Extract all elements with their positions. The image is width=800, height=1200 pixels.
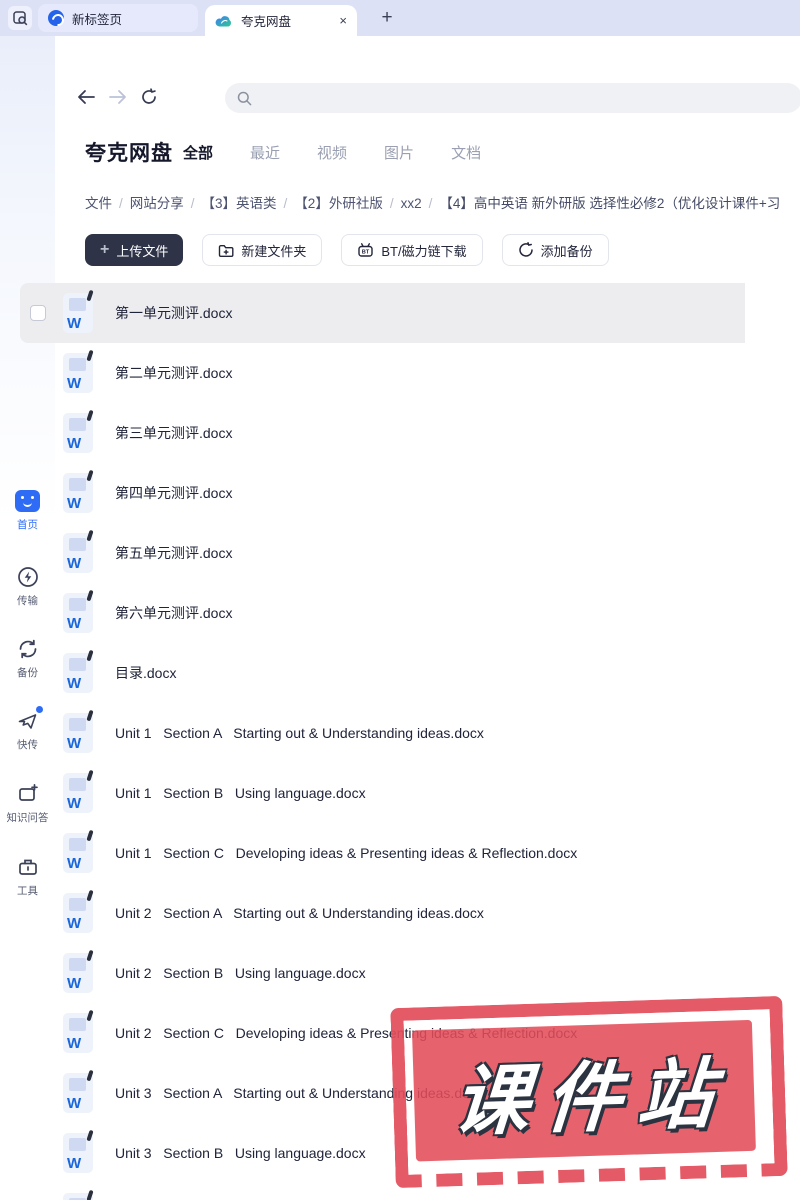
word-doc-icon: W	[63, 649, 93, 693]
word-doc-icon: W	[63, 529, 93, 573]
word-doc-icon: W	[63, 949, 93, 993]
refresh-button[interactable]	[138, 86, 160, 108]
file-name[interactable]: Unit 3 Section B Using language.docx	[115, 1123, 366, 1183]
file-name[interactable]: 第六单元测评.docx	[115, 583, 232, 643]
file-name[interactable]: Unit 2 Section A Starting out & Understa…	[115, 883, 484, 943]
browser-search-bar[interactable]	[225, 83, 800, 113]
file-row[interactable]: W Unit 2 Section B Using language.docx	[20, 943, 745, 1003]
file-row[interactable]: W 第二单元测评.docx	[20, 343, 745, 403]
bt-magnet-download-button[interactable]: BT BT/磁力链下载	[341, 234, 483, 266]
file-row[interactable]: W 第一单元测评.docx	[20, 283, 745, 343]
file-name[interactable]: Unit 1 Section A Starting out & Understa…	[115, 703, 484, 763]
breadcrumb-item[interactable]: 【3】英语类	[202, 196, 277, 211]
word-doc-icon: W	[63, 1069, 93, 1113]
breadcrumb-item[interactable]: 文件	[85, 196, 112, 211]
file-name[interactable]: 第四单元测评.docx	[115, 463, 232, 523]
search-input[interactable]	[260, 90, 740, 106]
back-button[interactable]	[75, 86, 97, 108]
file-name[interactable]: 第五单元测评.docx	[115, 523, 232, 583]
file-name[interactable]: Unit 1 Section B Using language.docx	[115, 763, 366, 823]
browser-tab-quark-pan[interactable]: 夸克网盘 ×	[205, 5, 357, 36]
quark-netdisk-page: 新标签页 夸克网盘 × + 首页 传输 备份 快传 知识问答 工具 夸克网盘 全…	[0, 0, 800, 1200]
file-row[interactable]: W Unit 1 Section A Starting out & Unders…	[20, 703, 745, 763]
file-name[interactable]: Unit 2 Section B Using language.docx	[115, 943, 366, 1003]
word-doc-icon: W	[63, 829, 93, 873]
tab-close-icon[interactable]: ×	[339, 14, 347, 27]
word-doc-icon: W	[63, 1189, 93, 1200]
file-name[interactable]: 目录.docx	[115, 643, 176, 703]
new-folder-icon	[219, 244, 234, 257]
word-doc-icon: W	[63, 409, 93, 453]
file-row[interactable]: W 第三单元测评.docx	[20, 403, 745, 463]
word-doc-icon: W	[63, 1009, 93, 1053]
word-doc-icon: W	[63, 289, 93, 333]
file-name[interactable]: 第三单元测评.docx	[115, 403, 232, 463]
file-name[interactable]: Unit 1 Section C Developing ideas & Pres…	[115, 823, 577, 883]
tab-search-icon	[12, 10, 27, 25]
word-doc-icon: W	[63, 469, 93, 513]
word-doc-icon: W	[63, 349, 93, 393]
breadcrumb-item[interactable]: 【2】外研社版	[294, 196, 383, 211]
tab-videos[interactable]: 视频	[317, 142, 347, 163]
file-row-partial[interactable]: W	[20, 1183, 745, 1200]
word-doc-icon: W	[63, 889, 93, 933]
breadcrumb-item[interactable]: 网站分享	[130, 196, 184, 211]
bt-magnet-icon: BT	[358, 243, 374, 257]
tab-search-button[interactable]	[8, 6, 32, 30]
browser-tab-newtab[interactable]: 新标签页	[38, 4, 198, 32]
file-row[interactable]: W Unit 1 Section C Developing ideas & Pr…	[20, 823, 745, 883]
tab-docs[interactable]: 文档	[451, 142, 481, 163]
backup-circle-icon	[518, 242, 533, 257]
stamp-fill: 课件站	[411, 1019, 756, 1162]
file-row[interactable]: W 第六单元测评.docx	[20, 583, 745, 643]
forward-button[interactable]	[107, 86, 129, 108]
word-doc-icon: W	[63, 1129, 93, 1173]
new-folder-button[interactable]: 新建文件夹	[202, 234, 323, 266]
file-row[interactable]: W Unit 2 Section A Starting out & Unders…	[20, 883, 745, 943]
file-name[interactable]: 第二单元测评.docx	[115, 343, 232, 403]
svg-text:BT: BT	[362, 250, 370, 256]
breadcrumb-item[interactable]: xx2	[401, 196, 422, 211]
word-doc-icon: W	[63, 769, 93, 813]
file-row[interactable]: W Unit 1 Section B Using language.docx	[20, 763, 745, 823]
quark-browser-icon	[48, 10, 64, 26]
watermark-stamp: 课件站	[390, 995, 788, 1189]
file-name[interactable]: 第一单元测评.docx	[115, 283, 232, 343]
word-doc-icon: W	[63, 709, 93, 753]
tab-all[interactable]: 全部	[183, 142, 213, 163]
tab-images[interactable]: 图片	[384, 142, 414, 163]
action-toolbar: + 上传文件 新建文件夹 BT BT/磁力链下载 添加备份	[85, 234, 609, 266]
row-checkbox[interactable]	[30, 305, 46, 321]
quark-pan-cloud-icon	[215, 15, 231, 26]
breadcrumb: 文件 / 网站分享 / 【3】英语类 / 【2】外研社版 / xx2/【4】高中英语 新外研版 …	[85, 196, 781, 211]
file-row[interactable]: W 第四单元测评.docx	[20, 463, 745, 523]
file-row[interactable]: W 目录.docx	[20, 643, 745, 703]
plus-icon: +	[100, 241, 110, 258]
file-row[interactable]: W 第五单元测评.docx	[20, 523, 745, 583]
tab-recent[interactable]: 最近	[250, 142, 280, 163]
browser-tab-bar: 新标签页 夸克网盘 × +	[0, 0, 800, 36]
tab-title: 夸克网盘	[241, 15, 292, 29]
app-logo: 夸克网盘	[85, 142, 173, 165]
tab-title: 新标签页	[72, 12, 123, 27]
upload-file-button[interactable]: + 上传文件	[85, 234, 184, 266]
add-backup-button[interactable]: 添加备份	[501, 234, 609, 266]
search-icon	[237, 91, 252, 105]
breadcrumb-current: 【4】高中英语 新外研版 选择性必修2（优化设计课件+习	[439, 196, 781, 211]
filter-tabs: 全部 最近 视频 图片 文档	[183, 142, 481, 163]
stamp-text: 课件站	[450, 1050, 733, 1145]
new-tab-button[interactable]: +	[374, 5, 400, 31]
word-doc-icon: W	[63, 589, 93, 633]
